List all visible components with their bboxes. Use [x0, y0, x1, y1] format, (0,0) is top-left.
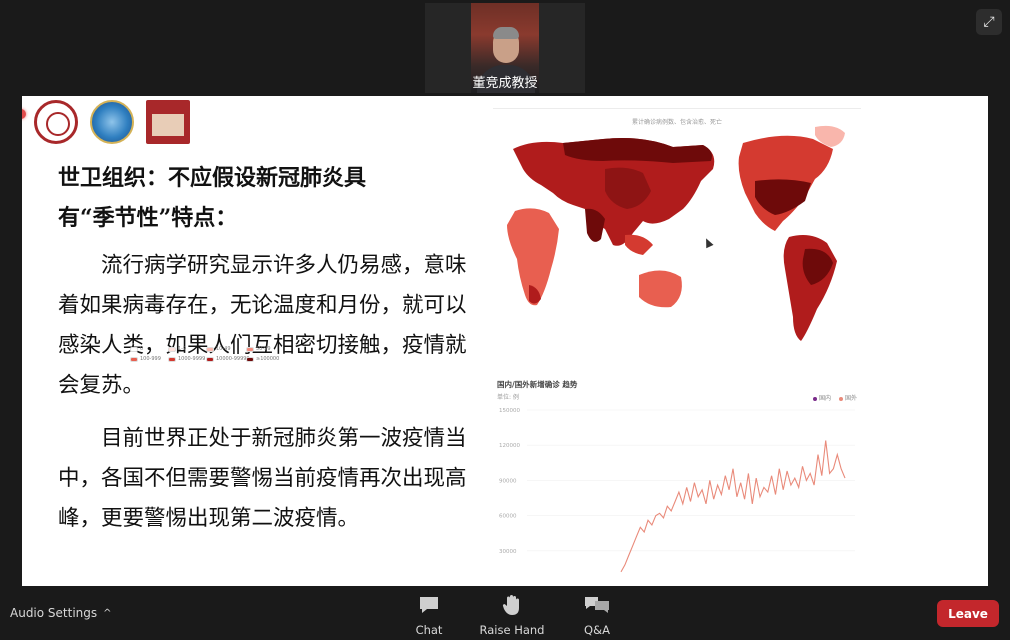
map-legend-label: 50-99 [256, 346, 271, 352]
map-legend-swatch [130, 356, 138, 362]
map-legend-swatch [168, 356, 176, 362]
map-legend-item[interactable]: 100-999 [130, 356, 161, 362]
y-tick-label: 90000 [499, 478, 517, 484]
raise-hand-label: Raise Hand [479, 623, 545, 637]
map-legend-swatch [130, 346, 138, 352]
chart-title: 国内/国外新增确诊 趋势 [497, 380, 578, 389]
map-legend-label: 10-49 [216, 346, 231, 352]
raise-hand-button[interactable]: Raise Hand [477, 594, 547, 637]
slide-title-line-2: 有“季节性”特点： [58, 205, 238, 231]
hand-icon [477, 594, 547, 616]
world-map-graphic [507, 125, 845, 341]
map-legend-label: 1-9 [178, 346, 187, 352]
chevron-up-icon: ^ [103, 607, 112, 619]
map-legend-label: 100-999 [140, 356, 161, 362]
slide-title: 世卫组织：不应假设新冠肺炎具 有“季节性”特点： [58, 158, 458, 238]
audio-settings-button[interactable]: Audio Settings ^ [10, 606, 112, 620]
y-tick-label: 120000 [499, 443, 520, 449]
zoom-meeting-window: 董竞成教授 ⤢ 世卫组织：不应假设新冠肺炎具 有“季节性”特点： 流行病学研究显… [0, 0, 1010, 640]
slide-paragraph-1: 流行病学研究显示许多人仍易感，意味着如果病毒存在，无论温度和月份，就可以感染人类… [58, 253, 467, 398]
map-legend-swatch [206, 356, 214, 362]
series-line-国外 [620, 440, 846, 573]
map-legend-item[interactable]: 10000-99999 [206, 356, 250, 362]
world-cases-map: 累计确诊病例数、包含治愈、死亡 [493, 108, 861, 350]
y-tick-label: 150000 [499, 408, 520, 414]
trend-chart-svg: 150000 120000 90000 60000 30000 [499, 408, 855, 573]
map-legend-swatch [168, 346, 176, 352]
legend-item-foreign[interactable]: 国外 [838, 393, 857, 402]
map-legend: 0 1-9 10-49 50-99 100-999 1000-9999 10000-9999… [130, 346, 280, 366]
map-legend-item[interactable]: 50-99 [246, 346, 271, 352]
map-legend-swatch [206, 346, 214, 352]
y-tick-label: 60000 [499, 514, 517, 520]
recording-indicator-icon [22, 109, 26, 119]
map-legend-swatch [246, 356, 254, 362]
slide-paragraph-2: 目前世界正处于新冠肺炎第一波疫情当中，各国不但需要警惕当前疫情再次出现高峰，更要… [58, 426, 467, 531]
leave-button[interactable]: Leave [937, 600, 999, 627]
daily-cases-chart: 150000 120000 90000 60000 30000 国内/国外新增确诊 趋势… [493, 376, 863, 586]
audio-settings-label: Audio Settings [10, 606, 98, 620]
map-region-seasia [625, 234, 653, 255]
shared-slide: 世卫组织：不应假设新冠肺炎具 有“季节性”特点： 流行病学研究显示许多人仍易感，… [22, 96, 988, 586]
chart-unit-label: 单位: 例 [497, 394, 519, 401]
fullscreen-toggle-icon[interactable]: ⤢ [976, 9, 1002, 35]
qa-bubbles-icon [562, 594, 632, 616]
qa-label: Q&A [584, 623, 610, 637]
participant-name: 董竞成教授 [472, 76, 538, 91]
map-legend-item[interactable]: 0 [130, 346, 143, 352]
chart-legend: 国内 国外 [812, 393, 857, 402]
map-legend-label: 1000-9999 [178, 356, 206, 362]
map-legend-item[interactable]: 1000-9999 [168, 356, 205, 362]
map-legend-label: 0 [140, 346, 144, 352]
legend-label-foreign: 国外 [844, 395, 857, 402]
slide-title-line-1: 世卫组织：不应假设新冠肺炎具 [58, 165, 367, 191]
map-legend-item[interactable]: ≥100000 [246, 356, 279, 362]
map-legend-label: ≥100000 [256, 356, 280, 362]
map-legend-swatch [246, 346, 254, 352]
hospital-logo [146, 100, 190, 144]
legend-item-domestic[interactable]: 国内 [812, 393, 831, 402]
map-region-russia [563, 138, 712, 163]
map-legend-item[interactable]: 1-9 [168, 346, 186, 352]
chat-button[interactable]: Chat [394, 594, 464, 637]
chat-label: Chat [415, 623, 443, 637]
legend-label-domestic: 国内 [818, 395, 831, 402]
y-tick-label: 30000 [499, 549, 517, 555]
qa-button[interactable]: Q&A [562, 594, 632, 637]
meeting-toolbar: Audio Settings ^ Chat Raise Hand Q&A Lea… [0, 588, 1010, 640]
chat-bubble-icon [394, 594, 464, 616]
map-legend-item[interactable]: 10-49 [206, 346, 231, 352]
map-legend-label: 10000-99999 [216, 356, 250, 362]
map-region-australia [639, 270, 682, 308]
fudan-university-logo [34, 100, 78, 144]
medical-college-logo [90, 100, 134, 144]
participant-video-tile[interactable]: 董竞成教授 [425, 3, 585, 93]
